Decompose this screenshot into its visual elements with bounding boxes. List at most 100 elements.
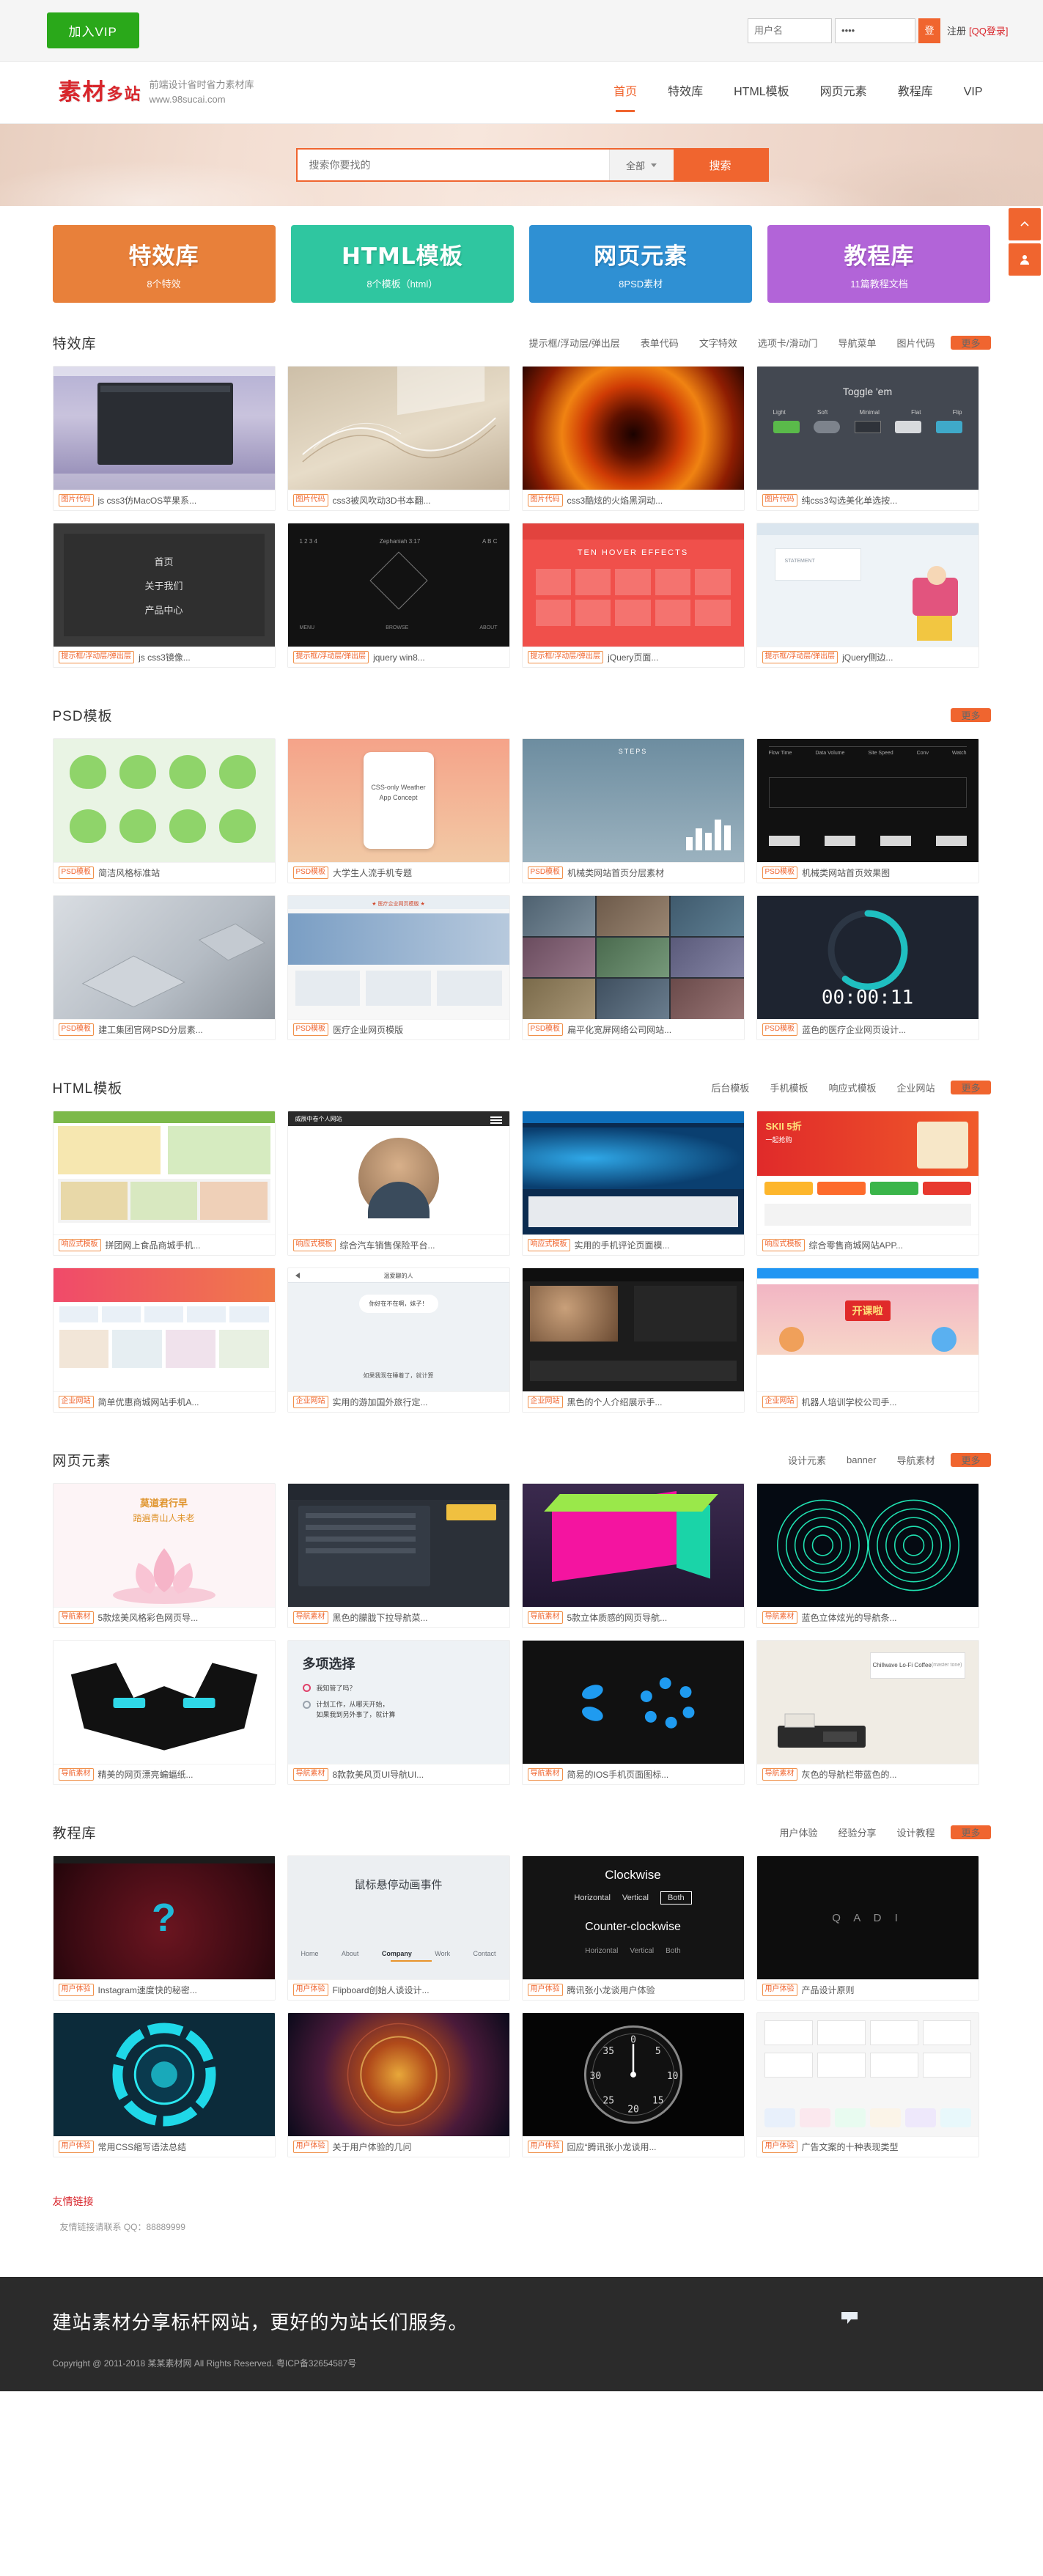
resource-card[interactable]: 图片代码 css3被风吹动3D书本翻...: [287, 366, 510, 511]
resource-card[interactable]: TEN HOVER EFFECTS 提示框/浮动层/弹出层 jQuery页面..…: [521, 523, 745, 668]
resource-card[interactable]: 企业网站 黑色的个人介绍展示手...: [521, 1267, 745, 1413]
resource-card[interactable]: CSS-only Weather App Concept PSD模板 大学生人流手…: [287, 738, 510, 883]
resource-card[interactable]: 威辰中卷个人网站 响应式模板 综合汽车销售保险平台...: [287, 1111, 510, 1256]
nav-item-vip[interactable]: VIP: [948, 81, 998, 103]
more-button[interactable]: 更多: [951, 1825, 991, 1839]
card-caption: 拼团网上食品商城手机...: [105, 1240, 201, 1251]
resource-card[interactable]: 导航素材 黑色的朦胧下拉导航菜...: [287, 1483, 510, 1628]
category-card-html[interactable]: HTML模板 8个模板（html）: [290, 225, 514, 303]
resource-card[interactable]: 0 10 20 30 5 15 25 35 用户体验 回应“腾讯张小龙谈用...: [521, 2012, 745, 2157]
category-cards: 特效库 8个特效 HTML模板 8个模板（html） 网页元素 8PSD素材 教…: [52, 206, 991, 307]
logo-char-2: 材: [82, 78, 106, 106]
nav-item-effects[interactable]: 特效库: [652, 81, 718, 103]
resource-card[interactable]: 鼠标悬停动画事件 Home About Company Work Contact 用户体…: [287, 1855, 510, 2001]
section-link[interactable]: 导航素材: [886, 1453, 945, 1467]
section-link[interactable]: 文字特效: [689, 336, 748, 350]
card-thumbnail: [522, 1268, 744, 1391]
section-link[interactable]: 导航菜单: [828, 336, 886, 350]
section-link[interactable]: 用户体验: [769, 1825, 828, 1839]
category-card-elements[interactable]: 网页元素 8PSD素材: [529, 225, 753, 303]
search-scope-select[interactable]: 全部: [608, 150, 674, 180]
card-caption: 常用CSS缩写语法总结: [97, 2142, 187, 2152]
more-button[interactable]: 更多: [951, 1080, 991, 1094]
login-button[interactable]: 登: [918, 18, 941, 43]
resource-card[interactable]: STEPS PSD模板 机械类网站首页分层素材: [521, 738, 745, 883]
nav-item-home[interactable]: 首页: [598, 81, 652, 103]
site-logo[interactable]: 素 材 多 站 前端设计省时省力素材库 www.98sucai.com: [59, 78, 254, 107]
nav-item-tutorial[interactable]: 教程库: [882, 81, 948, 103]
resource-card[interactable]: 导航素材 精美的网页漂亮蝙蝠纸...: [52, 1640, 276, 1785]
resource-card[interactable]: 用户体验 常用CSS缩写语法总结: [52, 2012, 276, 2157]
resource-card[interactable]: 莫道君行早 踏遍青山人未老 导航素材 5款炫美风格彩色网页导...: [52, 1483, 276, 1628]
resource-card[interactable]: PSD模板 扁平化宽屏网络公司网站...: [521, 895, 745, 1040]
card-tag: 用户体验: [292, 1984, 328, 1996]
resource-card[interactable]: 图片代码 css3酷炫的火焰黑洞动...: [521, 366, 745, 511]
user-center-button[interactable]: [1008, 243, 1041, 276]
resource-card[interactable]: 导航素材 蓝色立体炫光的导航条...: [756, 1483, 979, 1628]
card-tag: 用户体验: [58, 1984, 94, 1996]
section-link[interactable]: 表单代码: [630, 336, 689, 350]
scroll-top-button[interactable]: [1008, 208, 1041, 240]
section-link[interactable]: 响应式模板: [818, 1081, 886, 1094]
section-link[interactable]: banner: [836, 1454, 886, 1465]
resource-card[interactable]: 开课啦 企业网站 机器人培训学校公司手...: [756, 1267, 979, 1413]
section-link[interactable]: 图片代码: [886, 336, 945, 350]
resource-card[interactable]: 温爱聊的人 你好在不在啊，妹子！ 如果我现在睡着了，就计算 企业网站 实用的游加…: [287, 1267, 510, 1413]
card-caption: jQuery侧边...: [842, 652, 893, 663]
section-link[interactable]: 后台模板: [701, 1081, 759, 1094]
resource-card[interactable]: ? 用户体验 Instagram速度快的秘密...: [52, 1855, 276, 2001]
qq-login-link[interactable]: [QQ登录]: [969, 23, 1008, 37]
card-tag: 用户体验: [762, 2141, 797, 2153]
password-input[interactable]: [835, 18, 916, 43]
more-button[interactable]: 更多: [951, 335, 991, 350]
more-button[interactable]: 更多: [951, 707, 991, 722]
card-caption: 产品设计原则: [801, 1985, 855, 1995]
card-tag: 图片代码: [58, 494, 94, 507]
resource-card[interactable]: 首页 关于我们 产品中心 提示框/浮动层/弹出层 js css3镜像...: [52, 523, 276, 668]
resource-card[interactable]: 用户体验 关于用户体验的几问: [287, 2012, 510, 2157]
resource-card[interactable]: 响应式模板 实用的手机评论页面模...: [521, 1111, 745, 1256]
username-input[interactable]: [748, 18, 833, 43]
card-thumbnail: [53, 739, 275, 862]
section-link[interactable]: 企业网站: [886, 1081, 945, 1094]
resource-card[interactable]: 导航素材 简易的IOS手机页面图标...: [521, 1640, 745, 1785]
resource-card[interactable]: 导航素材 5款立体质感的网页导航...: [521, 1483, 745, 1628]
search-button[interactable]: 搜索: [673, 150, 767, 180]
card-thumbnail: [522, 1484, 744, 1607]
resource-card[interactable]: 1 2 3 4 Zephaniah 3:17 A B C MENU BROWSE ABO…: [287, 523, 510, 668]
section-link[interactable]: 设计元素: [778, 1453, 836, 1467]
card-tag: 企业网站: [527, 1396, 563, 1408]
register-link[interactable]: 注册: [947, 23, 966, 37]
section-link[interactable]: 经验分享: [828, 1825, 886, 1839]
section-link[interactable]: 提示框/浮动层/弹出层: [519, 336, 630, 350]
join-vip-button[interactable]: 加入VIP: [46, 12, 139, 48]
resource-card[interactable]: Chillwave Lo-Fi Coffee (master tone) 导航素材…: [756, 1640, 979, 1785]
more-button[interactable]: 更多: [951, 1452, 991, 1467]
main-nav: 首页 特效库 HTML模板 网页元素 教程库 VIP: [598, 81, 998, 103]
resource-card[interactable]: SKII 5折 一起抢购 响应式模板 综合零售商城网站APP...: [756, 1111, 979, 1256]
resource-card[interactable]: PSD模板 简洁风格标准站: [52, 738, 276, 883]
resource-card[interactable]: Flow Time Data Volume Site Speed Conv Watch …: [756, 738, 979, 883]
category-card-effects[interactable]: 特效库 8个特效: [52, 225, 276, 303]
resource-card[interactable]: 用户体验 广告文案的十种表现类型: [756, 2012, 979, 2157]
category-card-tutorial[interactable]: 教程库 11篇教程文档: [767, 225, 991, 303]
card-thumbnail: 莫道君行早 踏遍青山人未老: [53, 1484, 275, 1607]
resource-card[interactable]: Clockwise Horizontal Vertical Both Counte…: [521, 1855, 745, 2001]
search-input[interactable]: [297, 150, 609, 180]
section-link[interactable]: 手机模板: [759, 1081, 818, 1094]
resource-card[interactable]: Toggle 'em LightSoftMinimalFlatFlip: [756, 366, 979, 511]
resource-card[interactable]: ★ 医疗企业网页模版 ★ PSD模板 医疗企业网页模版: [287, 895, 510, 1040]
card-caption: jquery win8...: [373, 652, 425, 663]
resource-card[interactable]: 企业网站 简单优惠商城网站手机A...: [52, 1267, 276, 1413]
resource-card[interactable]: 响应式模板 拼团网上食品商城手机...: [52, 1111, 276, 1256]
resource-card[interactable]: STATEMENT 提示框/浮动层/弹出层 jQuery侧边...: [756, 523, 979, 668]
resource-card[interactable]: 图片代码 js css3仿MacOS苹果系...: [52, 366, 276, 511]
section-link[interactable]: 选项卡/滑动门: [748, 336, 828, 350]
nav-item-elements[interactable]: 网页元素: [805, 81, 882, 103]
resource-card[interactable]: PSD模板 建工集团官网PSD分层素...: [52, 895, 276, 1040]
resource-card[interactable]: 多项选择 我知管了吗？ 计划工作，从哪天开始， 如果我到另外事了，就计算 导航素材…: [287, 1640, 510, 1785]
section-link[interactable]: 设计教程: [886, 1825, 945, 1839]
nav-item-html[interactable]: HTML模板: [718, 81, 805, 103]
resource-card[interactable]: 00:00:11 PSD模板 蓝色的医疗企业网页设计...: [756, 895, 979, 1040]
resource-card[interactable]: Q A D I 用户体验 产品设计原则: [756, 1855, 979, 2001]
